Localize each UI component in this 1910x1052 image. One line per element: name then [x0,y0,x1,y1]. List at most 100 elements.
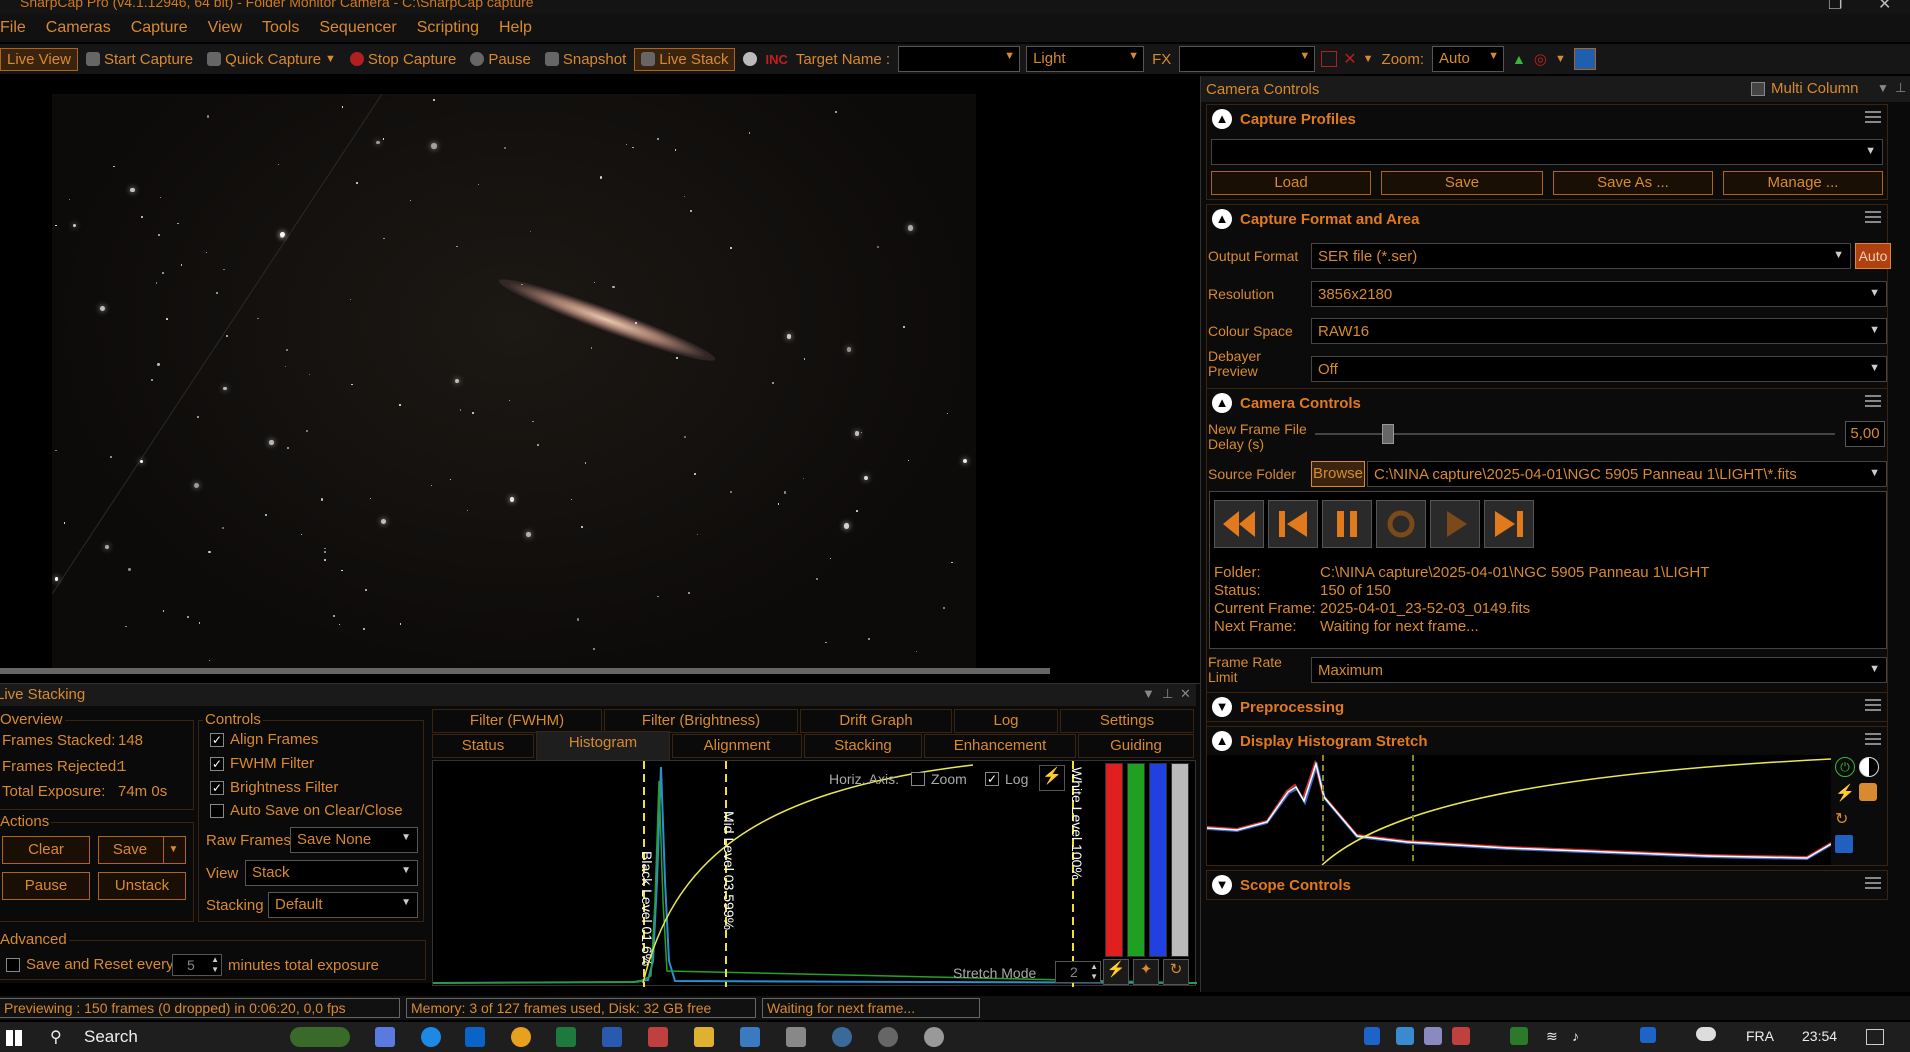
quick-capture-button[interactable]: Quick Capture ▼ [201,49,342,70]
tab-enhancement[interactable]: Enhancement [924,734,1076,758]
menu-scripting[interactable]: Scripting [407,14,489,42]
chevron-down-icon[interactable]: ▼ [163,837,183,863]
rewind-icon[interactable] [1214,500,1264,548]
tray-app-icon[interactable] [1424,1027,1442,1045]
frame-type-combo[interactable]: Light ▼ [1026,46,1145,72]
snapshot-button[interactable]: Snapshot [539,49,632,70]
fits-icon[interactable]: INC [765,52,787,67]
moon-app-icon[interactable] [924,1027,944,1047]
notification-icon[interactable] [1866,1029,1884,1045]
copilot-icon[interactable] [375,1027,395,1047]
crosshair-icon[interactable]: ✕ [1343,49,1356,69]
shield-icon[interactable] [1364,1027,1380,1045]
stop-capture-button[interactable]: Stop Capture [344,49,462,70]
fwhm-filter-checkbox[interactable]: ✓ FWHM Filter [210,755,314,772]
close-icon[interactable]: ✕ [1878,0,1891,14]
new-frame-delay-slider[interactable] [1315,424,1835,444]
new-frame-delay-input[interactable]: 5,00 [1845,421,1885,447]
save-reset-stepper[interactable]: 5 ▲ ▼ [172,954,222,976]
tray-app-icon[interactable] [1510,1027,1528,1045]
fx-combo[interactable]: ▼ [1179,46,1316,72]
save-as-profile-button[interactable]: Save As ... [1553,171,1713,195]
tab-drift-graph[interactable]: Drift Graph [800,709,952,733]
save-reset-checkbox[interactable]: Save and Reset every [6,956,174,973]
pause-stack-button[interactable]: Pause [2,872,90,900]
menu-file[interactable]: File [0,14,36,42]
menu-icon[interactable] [1865,733,1881,745]
tab-histogram[interactable]: Histogram [536,731,670,760]
tray-app-icon[interactable] [1396,1027,1414,1045]
stack-histogram[interactable]: Black Level 01.6% Mid Level 03.599% Whit… [432,760,1197,987]
stepper-arrows-icon[interactable]: ▲ ▼ [1090,962,1098,982]
restore-icon[interactable]: ❐ [1828,0,1842,14]
reset-icon[interactable]: ↻ [1835,809,1848,829]
source-folder-select[interactable]: C:\NINA capture\2025-04-01\NGC 5905 Pann… [1367,461,1887,487]
camera-controls-section-header[interactable]: ▲ Camera Controls [1207,389,1887,417]
menu-icon[interactable] [1865,877,1881,889]
lightning-icon[interactable]: ⚡ [1039,765,1065,791]
selection-area-icon[interactable] [1321,51,1338,67]
auto-format-button[interactable]: Auto [1855,243,1891,269]
profile-select[interactable]: ▼ [1211,139,1883,165]
display-histogram-header[interactable]: ▲ Display Histogram Stretch [1207,727,1887,755]
chevron-down-icon[interactable]: ▼ [1363,53,1374,65]
chevron-down-icon[interactable]: ▼ [1212,875,1232,895]
stretch-mode-stepper[interactable]: 2 ▲ ▼ [1055,961,1101,983]
debayer-select[interactable]: Off ▼ [1311,356,1887,382]
tab-filter-fwhm[interactable]: Filter (FWHM) [432,709,602,733]
play-icon[interactable] [1430,500,1480,548]
word-icon[interactable] [602,1027,622,1047]
cloud-icon[interactable] [1696,1027,1716,1041]
menu-tools[interactable]: Tools [252,14,309,42]
browse-button[interactable]: Browse [1311,461,1365,487]
menu-icon[interactable] [1865,395,1881,407]
language-indicator[interactable]: FRA [1746,1028,1774,1044]
raw-frames-select[interactable]: Save None ▼ [290,827,418,853]
contrast-icon[interactable] [1859,757,1879,777]
save-icon[interactable] [1835,835,1853,853]
display-histogram-plot[interactable] [1207,755,1831,865]
target-app-icon[interactable] [832,1027,852,1047]
sparkle-icon[interactable]: ✦ [1133,959,1159,985]
lightning-icon[interactable]: ⚡ [1103,959,1129,985]
save-profile-button[interactable]: Save [1381,171,1543,195]
chevron-down-icon[interactable]: ▼ [1212,697,1232,717]
menu-icon[interactable] [1865,699,1881,711]
telescope-icon[interactable] [786,1027,806,1047]
wifi-icon[interactable]: ≋ [1546,1028,1558,1045]
tab-status[interactable]: Status [432,734,534,758]
frog-icon[interactable] [290,1027,350,1047]
chevron-down-icon[interactable]: ▼ [1877,81,1889,95]
pause-icon[interactable] [1322,500,1372,548]
target-name-combo[interactable]: ▼ [898,46,1021,72]
tab-settings[interactable]: Settings [1060,709,1194,733]
histogram-icon[interactable]: ▲ [1512,51,1526,67]
menu-icon[interactable] [1865,111,1881,123]
output-format-select[interactable]: SER file (*.ser) ▼ [1311,243,1851,269]
horizontal-scrollbar[interactable] [0,668,1050,674]
menu-capture[interactable]: Capture [121,14,198,42]
save-button[interactable]: Save ▼ [98,836,186,864]
frame-rate-select[interactable]: Maximum ▼ [1311,657,1887,683]
tab-alignment[interactable]: Alignment [672,734,802,758]
tray-app-icon[interactable] [1452,1027,1470,1045]
lightning-icon[interactable]: ⚡ [1835,783,1855,803]
skip-forward-icon[interactable] [1484,500,1534,548]
menu-cameras[interactable]: Cameras [36,14,121,42]
network-app-icon[interactable] [740,1027,760,1047]
unstack-button[interactable]: Unstack [98,872,186,900]
moon-icon[interactable] [743,52,758,66]
live-stack-button[interactable]: Live Stack [634,47,736,71]
luminance-channel-slider[interactable] [1171,763,1189,957]
image-viewer[interactable] [0,76,1050,674]
power-icon[interactable]: ⏻ [1835,757,1855,777]
chevron-down-icon[interactable]: ▼ [1555,53,1566,65]
menu-view[interactable]: View [198,14,252,42]
view-select[interactable]: Stack ▼ [245,860,418,886]
log-checkbox[interactable]: ✓ Log [985,771,1028,787]
bluetooth-icon[interactable] [1640,1027,1656,1043]
colour-space-select[interactable]: RAW16 ▼ [1311,318,1887,344]
tab-log[interactable]: Log [954,709,1058,733]
red-channel-slider[interactable] [1105,763,1123,957]
green-channel-slider[interactable] [1127,763,1145,957]
